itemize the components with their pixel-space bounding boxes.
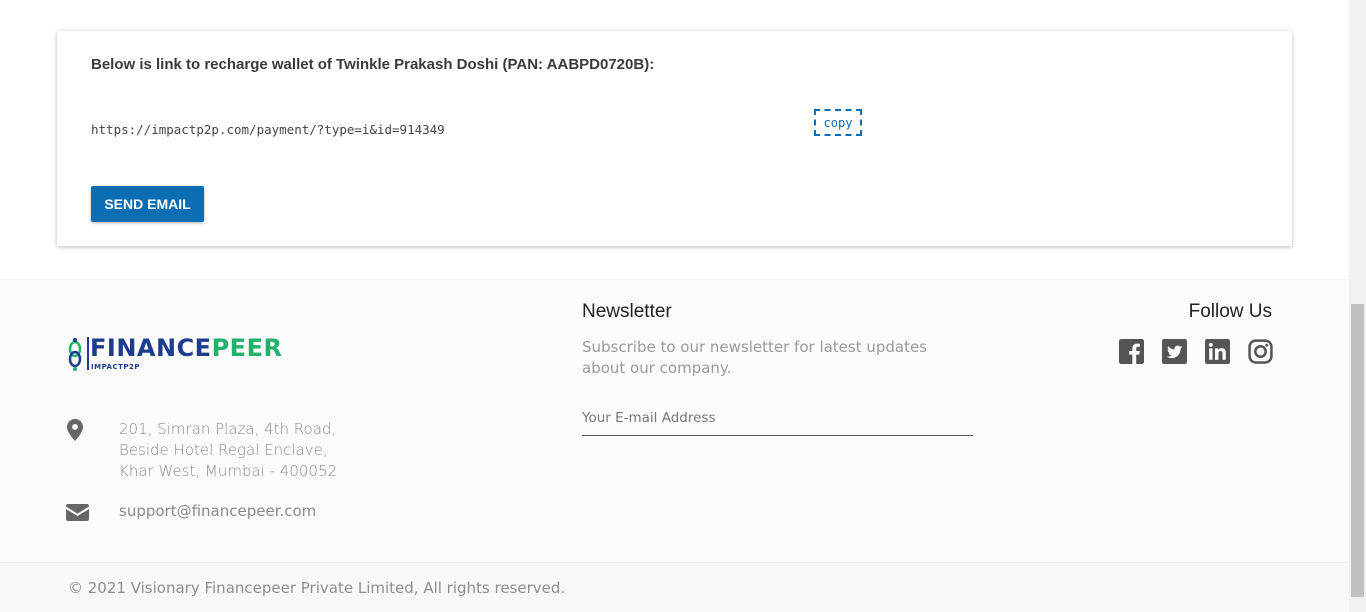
logo-mark-icon (68, 338, 82, 371)
send-email-button[interactable]: SEND EMAIL (91, 186, 204, 222)
facebook-icon[interactable] (1119, 339, 1144, 364)
newsletter-title: Newsletter (582, 301, 672, 322)
page-viewport: Below is link to recharge wallet of Twin… (0, 0, 1349, 612)
copyright-text: © 2021 Visionary Financepeer Private Lim… (68, 579, 566, 597)
address-line-2: Beside Hotel Regal Enclave, (119, 441, 328, 459)
payment-link[interactable]: https://impactp2p.com/payment/?type=i&id… (91, 122, 445, 137)
copyright-bar: © 2021 Visionary Financepeer Private Lim… (0, 562, 1349, 612)
instagram-icon[interactable] (1248, 339, 1273, 364)
logo-divider (87, 337, 89, 370)
copy-button[interactable]: copy (814, 109, 862, 136)
address-line-1: 201, Simran Plaza, 4th Road, (119, 420, 337, 438)
twitter-icon[interactable] (1162, 339, 1187, 364)
address-line-3: Khar West, Mumbai - 400052 (119, 462, 338, 480)
recharge-link-card: Below is link to recharge wallet of Twin… (57, 31, 1292, 246)
logo-subtitle: IMPACTP2P (91, 363, 141, 371)
logo-word-peer: PEER (211, 334, 283, 362)
linkedin-icon[interactable] (1205, 339, 1230, 364)
logo-word-finance: FINANCE (90, 334, 212, 362)
logo-wordmark: FINANCEPEER (90, 334, 282, 362)
support-email-link[interactable]: support@financepeer.com (119, 502, 316, 520)
card-title: Below is link to recharge wallet of Twin… (91, 56, 655, 73)
scrollbar-thumb[interactable] (1351, 304, 1364, 597)
envelope-icon (66, 504, 89, 521)
address: 201, Simran Plaza, 4th Road, Beside Hote… (119, 419, 337, 482)
follow-us-title: Follow Us (1188, 301, 1272, 322)
financepeer-logo[interactable]: FINANCEPEER IMPACTP2P (66, 334, 306, 374)
location-pin-icon (67, 419, 83, 441)
newsletter-description: Subscribe to our newsletter for latest u… (582, 338, 928, 377)
newsletter-email-input[interactable] (582, 400, 973, 436)
